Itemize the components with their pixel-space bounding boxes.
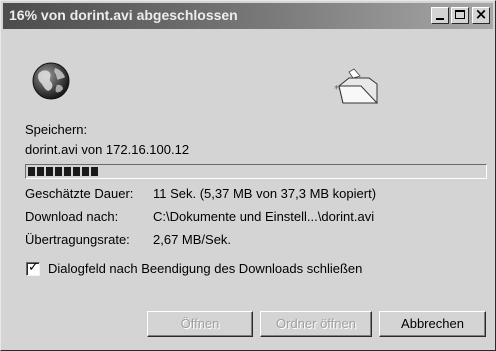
- open-button[interactable]: Öffnen: [147, 311, 253, 337]
- folder-icon: *: [334, 68, 379, 104]
- minimize-icon: [436, 18, 444, 20]
- close-icon: ×: [474, 5, 488, 23]
- maximize-button[interactable]: [451, 7, 469, 24]
- download-to-value: C:\Dokumente und Einstell...\dorint.avi: [153, 209, 375, 224]
- file-source-label: dorint.avi von 172.16.100.12: [25, 142, 190, 157]
- download-dialog: 16% von dorint.avi abgeschlossen × * Spe…: [0, 0, 496, 351]
- transfer-rate-label: Übertragungsrate:: [25, 232, 130, 247]
- window-title: 16% von dorint.avi abgeschlossen: [9, 7, 238, 23]
- title-buttons: ×: [431, 5, 490, 24]
- globe-icon: [32, 62, 70, 100]
- estimated-duration-label: Geschätzte Dauer:: [25, 186, 134, 201]
- estimated-duration-value: 11 Sek. (5,37 MB von 37,3 MB kopiert): [153, 186, 377, 201]
- progress-fill: [28, 167, 98, 176]
- transfer-rate-value: 2,67 MB/Sek.: [153, 232, 232, 247]
- close-button[interactable]: ×: [472, 5, 490, 24]
- open-folder-button[interactable]: Ordner öffnen: [260, 311, 372, 337]
- close-on-complete-label[interactable]: Dialogfeld nach Beendigung des Downloads…: [48, 261, 362, 276]
- checkmark-icon: ✓: [28, 260, 39, 275]
- svg-text:*: *: [334, 84, 339, 95]
- maximize-icon: [455, 10, 465, 19]
- close-on-complete-checkbox[interactable]: ✓: [26, 260, 40, 276]
- cancel-button[interactable]: Abbrechen: [379, 311, 486, 337]
- title-bar[interactable]: 16% von dorint.avi abgeschlossen ×: [3, 3, 493, 29]
- progress-bar: [25, 164, 487, 179]
- saving-label: Speichern:: [25, 122, 88, 137]
- download-to-label: Download nach:: [25, 209, 119, 224]
- minimize-button[interactable]: [431, 7, 449, 24]
